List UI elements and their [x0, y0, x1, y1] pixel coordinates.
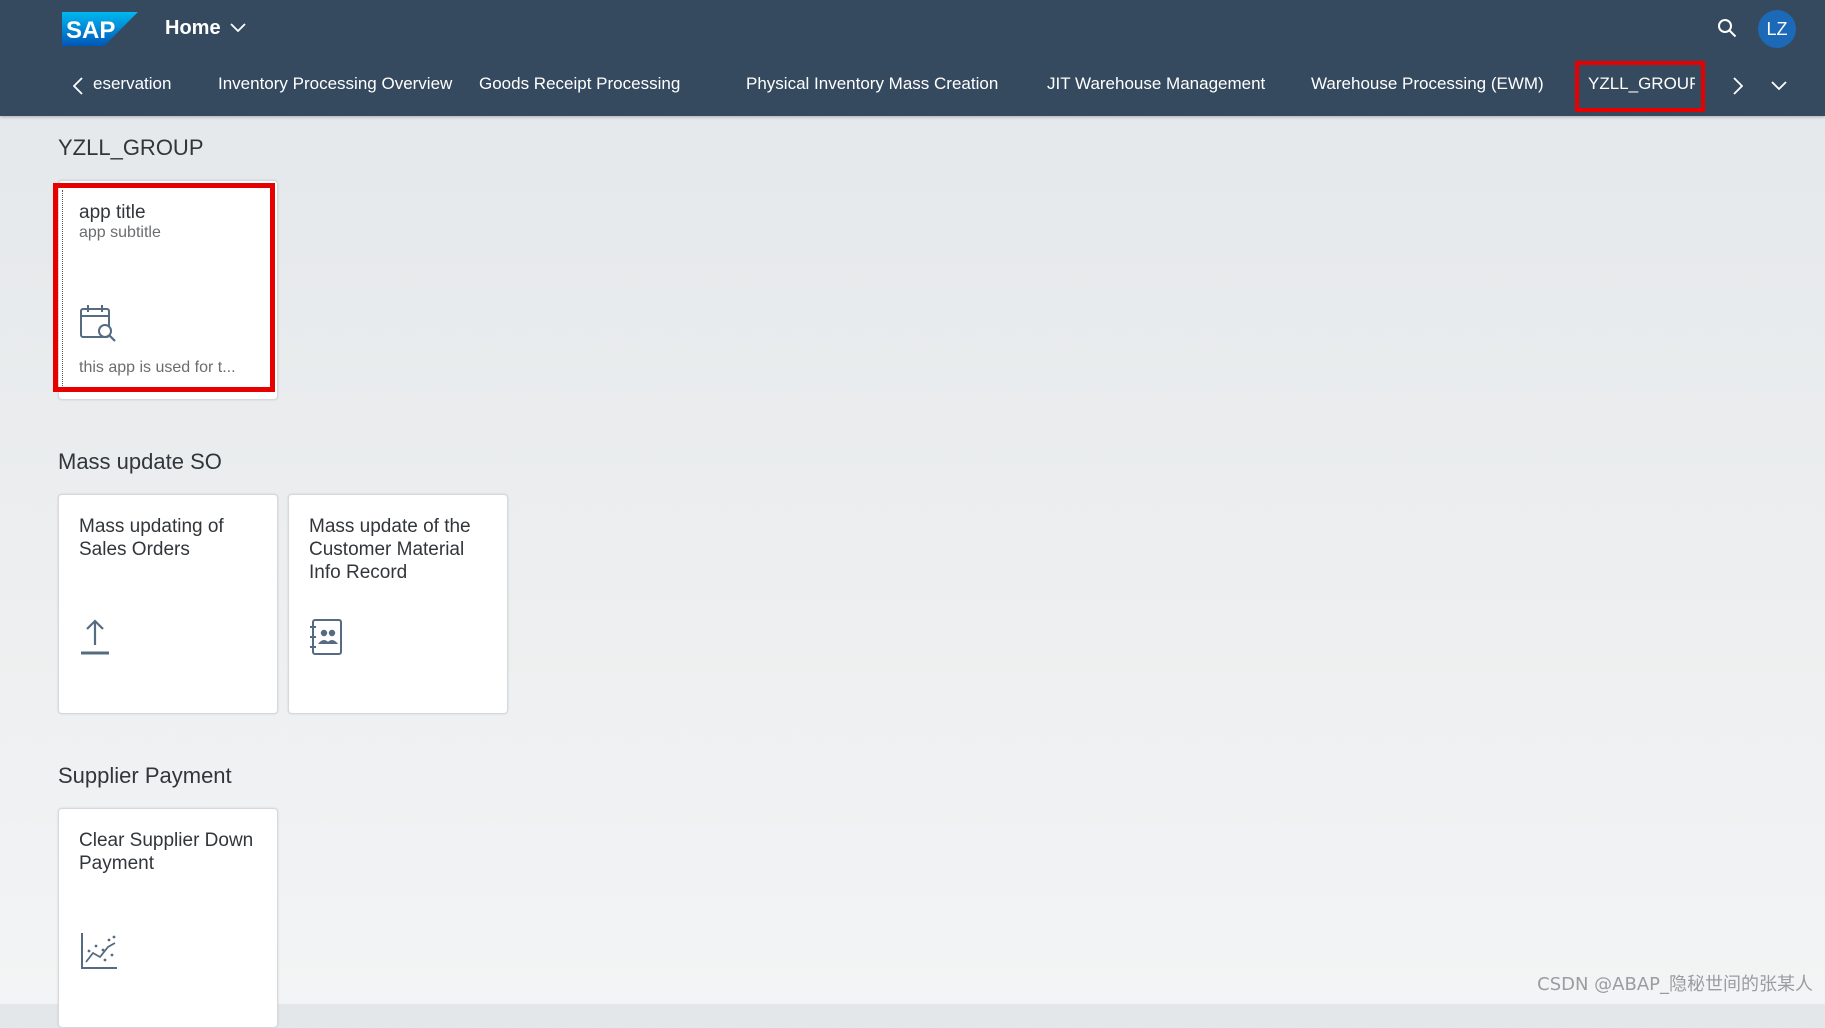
tile-title: Mass update of the Customer Material Inf… [309, 516, 471, 583]
tile-mass-update-customer-material-info[interactable]: Mass update of the Customer Material Inf… [288, 494, 508, 714]
search-icon [1718, 19, 1737, 38]
chevron-right-icon [1733, 77, 1743, 95]
tab-label: JIT Warehouse Management [1047, 74, 1266, 93]
tab-jit-warehouse-management[interactable]: JIT Warehouse Management [1047, 62, 1265, 116]
tile-title: app title [79, 202, 146, 223]
search-button[interactable] [1713, 14, 1741, 42]
tab-label: YZLL_GROUP [1588, 74, 1695, 93]
user-avatar[interactable]: LZ [1758, 10, 1796, 48]
tile-app-title[interactable]: app title app subtitle this app is used … [58, 180, 278, 400]
upload-icon [81, 619, 109, 655]
tab-scroll-left-button[interactable] [66, 72, 90, 100]
tab-label: Warehouse Processing (EWM) [1311, 74, 1544, 93]
group-title-mass-update-so: Mass update SO [58, 449, 222, 474]
calendar-search-icon [80, 305, 116, 342]
tab-physical-inventory-mass-creation[interactable]: Physical Inventory Mass Creation [746, 62, 998, 116]
chevron-down-icon [229, 23, 246, 33]
tab-scroll-right-button[interactable] [1726, 72, 1750, 100]
tab-inventory-processing-overview[interactable]: Inventory Processing Overview [218, 62, 452, 116]
tile-footer: this app is used for t... [79, 359, 236, 376]
tab-label: Physical Inventory Mass Creation [746, 74, 999, 93]
tab-label: Goods Receipt Processing [479, 74, 681, 93]
tab-label: eservation [93, 74, 172, 93]
scatter-chart-icon [81, 933, 117, 969]
tab-reservation[interactable]: eservation [93, 62, 173, 116]
tab-warehouse-processing-ewm[interactable]: Warehouse Processing (EWM) [1311, 62, 1544, 116]
tab-goods-receipt-processing[interactable]: Goods Receipt Processing [479, 62, 680, 116]
tile-clear-supplier-down-payment[interactable]: Clear Supplier Down Payment [58, 808, 278, 1028]
tab-bar: eservation Inventory Processing Overview… [93, 62, 1695, 116]
tile-subtitle: app subtitle [79, 224, 161, 241]
tile-title: Clear Supplier Down Payment [79, 830, 254, 874]
tab-overflow-button[interactable] [1765, 72, 1793, 100]
tab-yzll-group[interactable]: YZLL_GROUP [1588, 62, 1695, 116]
group-title-yzll-group: YZLL_GROUP [58, 135, 204, 160]
watermark: CSDN @ABAP_隐秘世间的张某人 [1537, 974, 1813, 995]
tile-mass-updating-sales-orders[interactable]: Mass updating of Sales Orders [58, 494, 278, 714]
tile-title: Mass updating of Sales Orders [79, 516, 224, 560]
sap-logo[interactable]: SAP [62, 12, 138, 46]
home-label: Home [165, 16, 221, 39]
logo-text: SAP [66, 17, 115, 44]
tab-label: Inventory Processing Overview [218, 74, 453, 93]
home-menu-button[interactable]: Home [165, 13, 246, 43]
chevron-left-icon [73, 77, 83, 95]
chevron-down-icon [1771, 81, 1787, 91]
group-title-supplier-payment: Supplier Payment [58, 763, 232, 788]
shell-bar: SAP Home LZ eservation Inventory Process… [0, 0, 1825, 116]
address-book-icon [310, 619, 342, 655]
